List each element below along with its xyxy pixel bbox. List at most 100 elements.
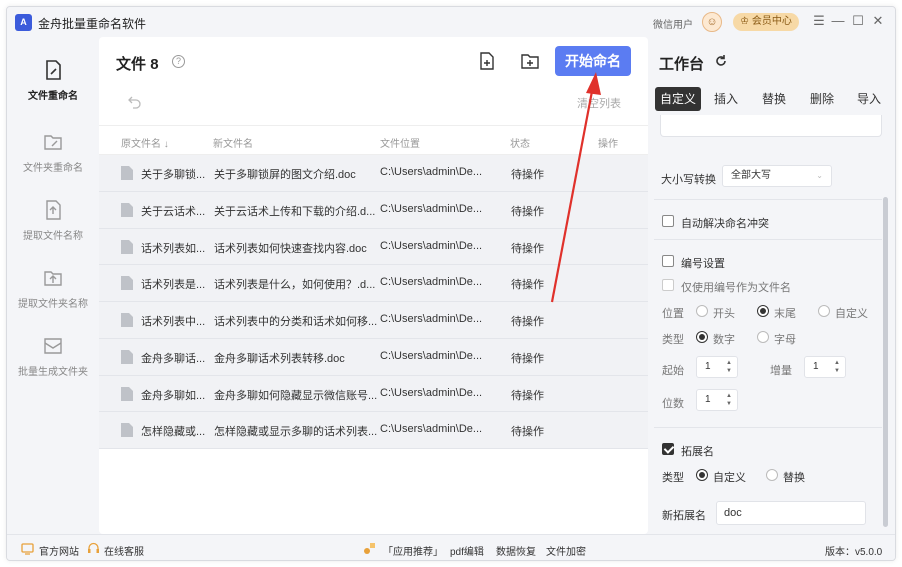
location-cell: C:\Users\admin\De...	[380, 313, 483, 325]
new-name-cell: 话术列表如何快速查找内容.doc	[214, 242, 367, 255]
crown-icon: ♔	[740, 16, 750, 27]
table-row[interactable]: 关于多聊锁... 关于多聊锁屏的图文介绍.doc C:\Users\admin\…	[99, 155, 648, 192]
original-name-cell: 话术列表中...	[141, 316, 206, 328]
undo-icon[interactable]	[127, 93, 143, 109]
type-digit-radio[interactable]	[696, 331, 708, 343]
digits-label: 位数	[662, 398, 684, 410]
sidebar-item-label: 提取文件夹名称	[18, 299, 88, 310]
sidebar-item-folder-rename[interactable]: 文件夹重命名	[7, 131, 99, 181]
extension-replace-radio[interactable]	[766, 469, 778, 481]
table-row[interactable]: 话术列表中... 话术列表中的分类和话术如何移... C:\Users\admi…	[99, 302, 648, 339]
start-stepper[interactable]: 1 ▲ ▼	[696, 356, 738, 378]
extension-checkbox[interactable]	[662, 443, 674, 455]
position-end-radio[interactable]	[757, 305, 769, 317]
number-type-label: 类型	[662, 334, 684, 346]
help-icon[interactable]: ?	[172, 55, 185, 68]
workspace-scrollbar[interactable]	[883, 197, 888, 527]
vip-center-button[interactable]: ♔ 会员中心	[733, 13, 799, 31]
add-file-icon[interactable]	[477, 51, 497, 71]
position-start-radio[interactable]	[696, 305, 708, 317]
online-service-link[interactable]: 在线客服	[104, 543, 144, 558]
table-row[interactable]: 话术列表如... 话术列表如何快速查找内容.doc C:\Users\admin…	[99, 228, 648, 266]
sidebar-item-label: 批量生成文件夹	[18, 367, 88, 378]
close-icon[interactable]: ✕	[871, 13, 885, 29]
auto-resolve-checkbox[interactable]	[662, 215, 674, 227]
tab-insert[interactable]: 插入	[708, 87, 744, 111]
sidebar-item-extract-file-name[interactable]: 提取文件名称	[7, 199, 99, 249]
document-icon	[121, 423, 133, 438]
numbering-checkbox[interactable]	[662, 255, 674, 267]
location-cell: C:\Users\admin\De...	[380, 386, 483, 399]
table-row[interactable]: 话术列表是... 话术列表是什么，如何使用？.d... C:\Users\adm…	[99, 265, 648, 302]
file-list-panel: 文件 8 ? 开始命名 清空列表 原文件名 ↓ 新文件名 文件位置 状态 操作 …	[99, 37, 648, 534]
numbering-label: 编号设置	[681, 258, 725, 270]
tab-import[interactable]: 导入	[851, 87, 887, 111]
website-icon	[21, 543, 34, 555]
digits-stepper[interactable]: 1 ▲ ▼	[696, 389, 738, 411]
column-action: 操作	[598, 139, 618, 150]
user-avatar[interactable]: ☺	[702, 12, 722, 32]
data-recovery-link[interactable]: 数据恢复	[496, 543, 536, 558]
app-recommend-label: 「应用推荐」	[383, 547, 443, 558]
extension-custom-radio[interactable]	[696, 469, 708, 481]
divider	[654, 239, 882, 240]
file-encrypt-link[interactable]: 文件加密	[546, 543, 586, 558]
extension-type-label: 类型	[662, 472, 684, 484]
stepper-arrows-icon[interactable]: ▲ ▼	[726, 359, 732, 375]
location-cell: C:\Users\admin\De...	[380, 276, 483, 289]
increment-stepper[interactable]: 1 ▲ ▼	[804, 356, 846, 378]
table-row[interactable]: 金舟多聊如... 金舟多聊如何隐藏显示微信账号... C:\Users\admi…	[99, 375, 648, 413]
extract-folder-name-icon	[44, 271, 62, 286]
table-row[interactable]: 关于云话术... 关于云话术上传和下载的介绍.d... C:\Users\adm…	[99, 191, 648, 229]
stepper-arrows-icon[interactable]: ▲ ▼	[834, 359, 840, 375]
divider	[654, 427, 882, 428]
workspace-panel: 工作台 自定义 插入 替换 删除 导入 大小写转换 全部大写 ⌄ 自动解决命名冲突…	[648, 37, 895, 534]
tab-custom[interactable]: 自定义	[655, 87, 701, 111]
sidebar-item-label: 提取文件名称	[23, 231, 83, 242]
document-icon	[121, 276, 133, 291]
position-custom-radio[interactable]	[818, 305, 830, 317]
only-number-label: 仅使用编号作为文件名	[681, 282, 791, 294]
vip-center-label: 会员中心	[751, 16, 792, 27]
custom-name-field[interactable]	[660, 115, 882, 137]
location-cell: C:\Users\admin\De...	[380, 423, 483, 436]
status-cell: 待操作	[511, 352, 544, 365]
workspace-options: 大小写转换 全部大写 ⌄ 自动解决命名冲突 编号设置 仅使用编号作为文件名 位置 …	[654, 115, 882, 527]
clear-list-button[interactable]: 清空列表	[577, 95, 621, 111]
tab-delete[interactable]: 删除	[804, 87, 840, 111]
add-folder-icon[interactable]	[520, 51, 540, 71]
menu-icon[interactable]: ☰	[812, 13, 826, 29]
pdf-edit-link[interactable]: pdf编辑	[450, 543, 484, 558]
sidebar-item-batch-folder[interactable]: 批量生成文件夹	[7, 335, 99, 385]
wechat-user-label[interactable]: 微信用户	[653, 16, 693, 31]
maximize-icon[interactable]: ☐	[851, 13, 865, 29]
start-value: 1	[705, 361, 711, 372]
new-extension-input[interactable]: doc	[716, 501, 866, 525]
headset-icon	[88, 542, 99, 553]
start-label: 起始	[662, 365, 684, 377]
only-number-checkbox[interactable]	[662, 279, 674, 291]
table-row[interactable]: 怎样隐藏或... 怎样隐藏或显示多聊的话术列表... C:\Users\admi…	[99, 412, 648, 449]
original-name-cell: 关于多聊锁...	[141, 169, 206, 181]
minimize-icon[interactable]: —	[831, 13, 845, 28]
new-extension-label: 新拓展名	[662, 510, 706, 522]
start-rename-button[interactable]: 开始命名	[555, 46, 631, 76]
chevron-down-icon: ⌄	[816, 171, 823, 180]
stepper-arrows-icon[interactable]: ▲ ▼	[726, 392, 732, 408]
file-title-label: 文件	[116, 56, 147, 73]
official-website-link[interactable]: 官方网站	[39, 543, 79, 558]
type-letter-radio[interactable]	[757, 331, 769, 343]
new-name-cell: 关于多聊锁屏的图文介绍.doc	[214, 169, 356, 181]
original-name-cell: 话术列表如...	[141, 242, 206, 255]
column-original-name[interactable]: 原文件名 ↓	[121, 135, 169, 150]
table-row[interactable]: 金舟多聊话... 金舟多聊话术列表转移.doc C:\Users\admin\D…	[99, 338, 648, 376]
tab-replace[interactable]: 替换	[756, 87, 792, 111]
auto-resolve-label: 自动解决命名冲突	[681, 218, 769, 230]
sidebar-item-extract-folder-name[interactable]: 提取文件夹名称	[7, 267, 99, 317]
new-name-cell: 话术列表是什么，如何使用？.d...	[214, 279, 376, 292]
sidebar-item-label: 文件重命名	[28, 91, 78, 102]
refresh-icon[interactable]	[714, 54, 728, 68]
sidebar-item-file-rename[interactable]: 文件重命名	[7, 59, 99, 109]
case-convert-select[interactable]: 全部大写 ⌄	[722, 165, 832, 187]
document-icon	[121, 166, 133, 180]
